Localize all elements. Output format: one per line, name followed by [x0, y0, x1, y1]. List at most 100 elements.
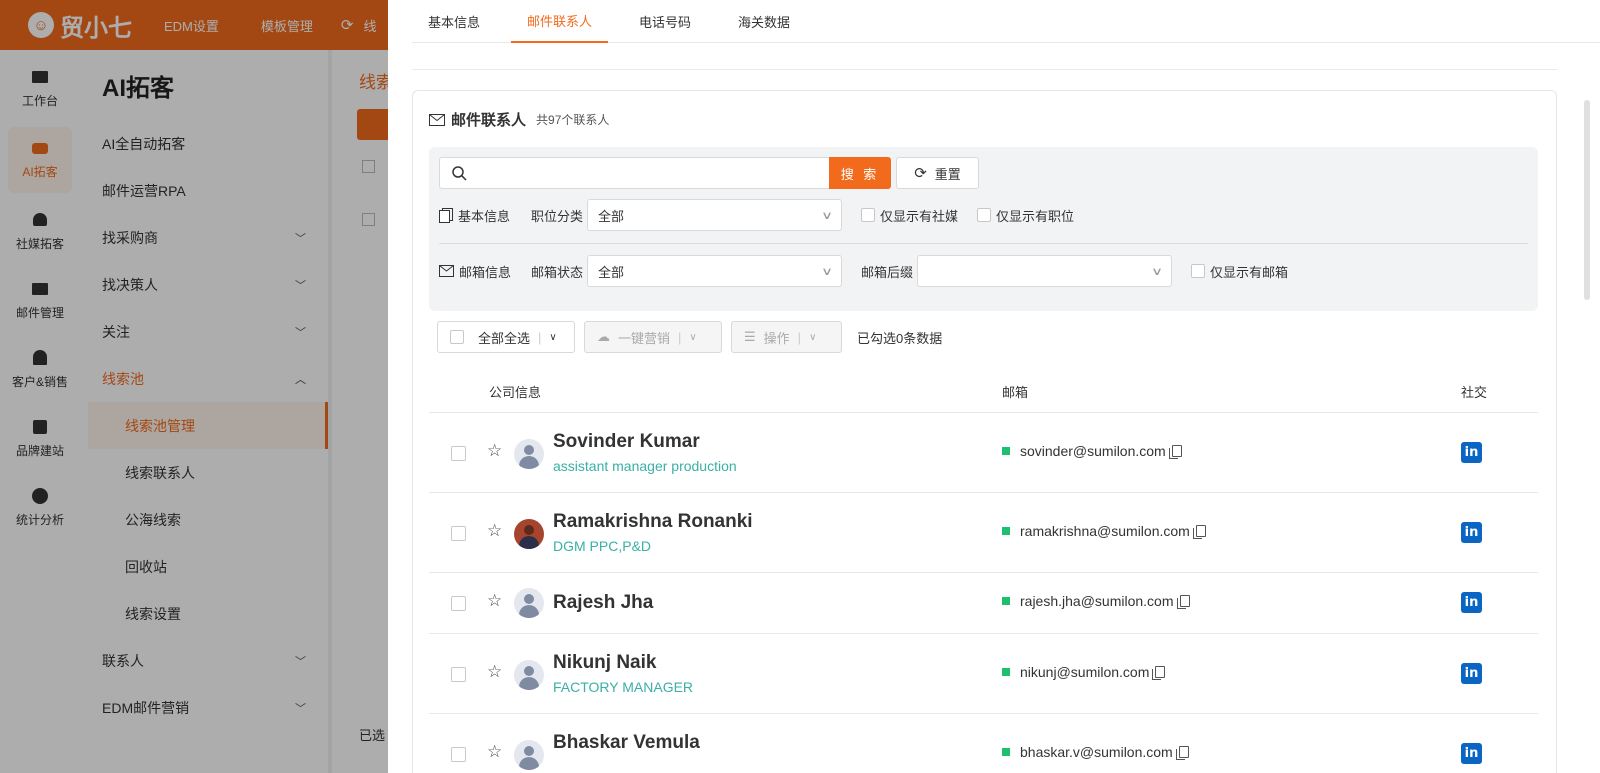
checkbox-box [861, 208, 876, 222]
star-icon[interactable]: ☆ [487, 591, 502, 611]
only-mail-checkbox[interactable]: 仅显示有邮箱 [1191, 262, 1288, 281]
selected-count: 已勾选0条数据 [857, 330, 943, 346]
tab-phone-numbers[interactable]: 电话号码 [623, 0, 707, 43]
star-icon[interactable]: ☆ [487, 742, 502, 762]
group-label: 邮箱信息 [459, 264, 512, 280]
separator: | [538, 329, 542, 345]
chevron-down-icon: ∨ [809, 331, 817, 343]
select-value: 全部 [598, 264, 625, 280]
tab-customs-data[interactable]: 海关数据 [722, 0, 806, 43]
table-row[interactable]: ☆ Ramakrishna Ronanki DGM PPC,P&D ramakr… [429, 493, 1538, 573]
checkbox-label: 仅显示有邮箱 [1210, 264, 1289, 280]
chevron-down-icon: ∨ [1150, 265, 1164, 278]
contact-position: assistant manager production [553, 458, 737, 474]
table-row[interactable]: ☆ Sovinder Kumar assistant manager produ… [429, 413, 1538, 493]
contact-drawer: 基本信息 邮件联系人 电话号码 海关数据 邮件联系人 共97个联系人 搜 索 ⟳… [388, 0, 1600, 773]
contact-name[interactable]: Nikunj Naik [553, 652, 656, 674]
list-icon: ☰ [744, 329, 756, 344]
copy-icon[interactable] [1168, 445, 1182, 459]
button-label: 全部全选 [478, 330, 531, 346]
avatar [514, 660, 544, 690]
row-checkbox[interactable] [451, 446, 466, 461]
mail-suffix-select[interactable]: ∨ [917, 255, 1173, 287]
chevron-down-icon: ∨ [820, 209, 834, 222]
email-text[interactable]: bhaskar.v@sumilon.com [1020, 744, 1173, 760]
avatar [514, 740, 544, 770]
button-label: 操作 [763, 330, 790, 346]
star-icon[interactable]: ☆ [487, 441, 502, 461]
tab-email-contacts[interactable]: 邮件联系人 [511, 0, 609, 43]
linkedin-icon[interactable]: in [1461, 663, 1482, 684]
contact-name[interactable]: Bhaskar Vemula [553, 732, 700, 754]
column-company: 公司信息 [489, 385, 542, 400]
position-label: 职位分类 [531, 208, 584, 224]
copy-icon[interactable] [1176, 595, 1190, 609]
only-social-checkbox[interactable]: 仅显示有社媒 [861, 206, 958, 225]
table-row[interactable]: ☆ Rajesh Jha rajesh.jha@sumilon.com in [429, 573, 1538, 634]
mail-status-select[interactable]: 全部 ∨ [587, 255, 843, 287]
operate-button[interactable]: ☰ 操作 | ∨ [731, 321, 842, 353]
email-text[interactable]: rajesh.jha@sumilon.com [1020, 593, 1174, 609]
copy-icon[interactable] [1175, 746, 1189, 760]
drawer-scrollbar[interactable] [1584, 100, 1590, 300]
avatar [514, 588, 544, 618]
filter-row-mail: 邮箱信息 邮箱状态 全部 ∨ 邮箱后缀 ∨ 仅显示有邮箱 [439, 255, 1288, 287]
chevron-down-icon: ∨ [549, 331, 557, 343]
star-icon[interactable]: ☆ [487, 662, 502, 682]
filter-divider [439, 243, 1528, 244]
email-text[interactable]: sovinder@sumilon.com [1020, 443, 1166, 459]
row-checkbox[interactable] [451, 747, 466, 762]
select-value: 全部 [598, 208, 625, 224]
refresh-icon: ⟳ [914, 165, 927, 182]
email-status-dot [1002, 527, 1010, 535]
table-row[interactable]: ☆ Bhaskar Vemula bhaskar.v@sumilon.com i… [429, 714, 1538, 773]
linkedin-icon[interactable]: in [1461, 743, 1482, 764]
email-status-dot [1002, 447, 1010, 455]
mail-icon [439, 265, 454, 277]
linkedin-icon[interactable]: in [1461, 522, 1482, 543]
row-checkbox[interactable] [451, 667, 466, 682]
copy-icon[interactable] [1192, 525, 1206, 539]
star-icon[interactable]: ☆ [487, 521, 502, 541]
table-row[interactable]: ☆ Nikunj Naik FACTORY MANAGER nikunj@sum… [429, 634, 1538, 714]
linkedin-icon[interactable]: in [1461, 442, 1482, 463]
checkbox-label: 仅显示有社媒 [880, 208, 959, 224]
contact-email: ramakrishna@sumilon.com [1002, 523, 1206, 539]
tab-basic-info[interactable]: 基本信息 [412, 0, 496, 43]
contact-count: 共97个联系人 [536, 113, 610, 127]
separator: | [678, 329, 682, 345]
search-button[interactable]: 搜 索 [829, 157, 891, 189]
reset-button[interactable]: ⟳ 重置 [896, 157, 979, 189]
linkedin-icon[interactable]: in [1461, 592, 1482, 613]
card-header: 邮件联系人 共97个联系人 [429, 109, 609, 130]
card-title: 邮件联系人 [451, 112, 527, 129]
contact-name[interactable]: Sovinder Kumar [553, 431, 700, 453]
select-all-dropdown[interactable]: 全部全选 | ∨ [437, 321, 575, 353]
avatar [514, 519, 544, 549]
row-checkbox[interactable] [451, 596, 466, 611]
email-status-dot [1002, 748, 1010, 756]
column-social: 社交 [1461, 385, 1488, 400]
mail-suffix-label: 邮箱后缀 [861, 264, 914, 280]
contact-name[interactable]: Ramakrishna Ronanki [553, 511, 753, 533]
copy-icon[interactable] [1152, 666, 1166, 680]
cloud-upload-icon: ☁ [597, 329, 610, 344]
divider [412, 69, 1557, 70]
position-select[interactable]: 全部 ∨ [587, 199, 843, 231]
filter-panel: 搜 索 ⟳ 重置 基本信息 职位分类 全部 ∨ 仅显示有社媒 仅显示有职位 邮箱… [429, 147, 1538, 311]
contact-email: rajesh.jha@sumilon.com [1002, 593, 1190, 609]
checkbox-label: 仅显示有职位 [996, 208, 1075, 224]
reset-label: 重置 [934, 166, 961, 182]
contact-name[interactable]: Rajesh Jha [553, 592, 653, 614]
email-text[interactable]: nikunj@sumilon.com [1020, 664, 1149, 680]
one-click-marketing-button[interactable]: ☁ 一键营销 | ∨ [584, 321, 722, 353]
mail-info-group: 邮箱信息 [439, 262, 531, 281]
contact-email: bhaskar.v@sumilon.com [1002, 744, 1189, 760]
email-text[interactable]: ramakrishna@sumilon.com [1020, 523, 1190, 539]
only-position-checkbox[interactable]: 仅显示有职位 [977, 206, 1074, 225]
filter-row-basic: 基本信息 职位分类 全部 ∨ 仅显示有社媒 仅显示有职位 [439, 199, 1074, 231]
mail-status-label: 邮箱状态 [531, 264, 584, 280]
row-checkbox[interactable] [451, 526, 466, 541]
table-header: 公司信息 邮箱 社交 [429, 367, 1538, 413]
search-input[interactable] [439, 157, 829, 189]
